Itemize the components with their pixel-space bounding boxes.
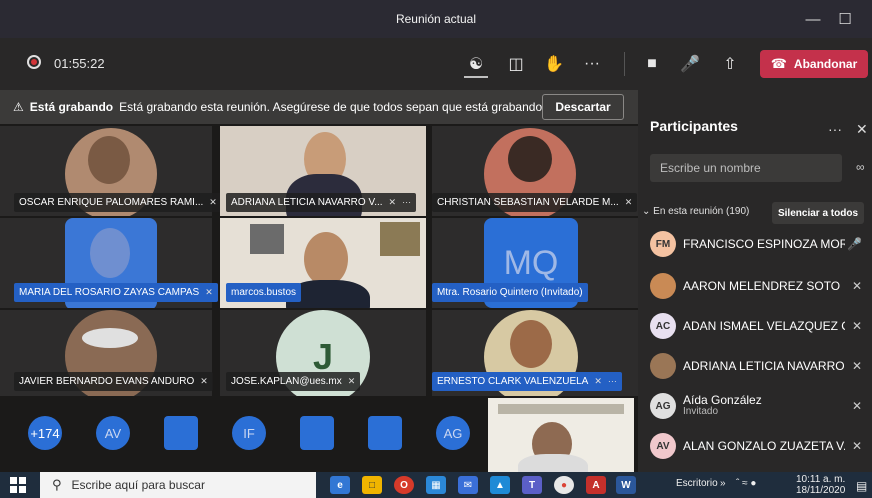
maximize-icon[interactable]: ☐ [834, 9, 856, 29]
active-tab-indicator [464, 76, 488, 78]
avatar [650, 353, 676, 379]
participant-row[interactable]: AG Aída González Invitado ✕ [650, 388, 868, 424]
mic-muted-icon: ✕ [347, 376, 356, 386]
avatar[interactable]: AG [436, 416, 470, 450]
panel-more-icon[interactable]: ··· [828, 121, 842, 137]
mic-muted-icon: ✕ [851, 439, 862, 453]
notifications-icon[interactable]: ▤ [856, 479, 867, 493]
invite-link-icon[interactable]: ∞ [856, 160, 865, 174]
chrome-icon[interactable]: ● [554, 476, 574, 494]
recording-icon [27, 55, 41, 69]
mic-muted-icon: ✕ [624, 197, 633, 207]
photos-icon[interactable]: ▲ [490, 476, 510, 494]
mic-muted-icon: ✕ [851, 279, 862, 293]
shared-video-thumbnail[interactable] [488, 398, 634, 472]
mic-muted-icon: ✕ [200, 376, 208, 386]
teams-icon[interactable]: T [522, 476, 542, 494]
participant-name-tag: CHRISTIAN SEBASTIAN VELARDE M... ✕ [432, 193, 638, 212]
avatar: FM [650, 231, 676, 257]
microphone-icon: 🎤 [847, 237, 862, 251]
search-icon: ⚲ [52, 477, 62, 492]
desktop-toolbar-label[interactable]: Escritorio [676, 478, 718, 489]
toolbar-divider [624, 52, 625, 76]
mic-muted-icon: ✕ [851, 359, 862, 373]
in-meeting-header[interactable]: ⌄ En esta reunión (190) [642, 206, 749, 217]
mute-all-button[interactable]: Silenciar a todos [772, 202, 864, 224]
participant-name-tag: Mtra. Rosario Quintero (Invitado) [432, 283, 588, 302]
avatar: AG [650, 393, 676, 419]
chat-icon[interactable]: ◫ [504, 52, 528, 76]
participants-icon[interactable]: ☯ [464, 52, 488, 76]
participant-name-tag: ADRIANA LETICIA NAVARRO V... ✕ ··· [226, 193, 417, 212]
panel-title: Participantes [650, 118, 738, 134]
banner-text: Está grabando esta reunión. Asegúrese de… [119, 100, 559, 114]
avatar [650, 273, 676, 299]
participant-row[interactable]: AV ALAN GONZALO ZUAZETA V... ✕ [650, 428, 868, 464]
close-icon[interactable]: ✕ [856, 121, 868, 138]
participant-name-tag: ERNESTO CLARK VALENZUELA ✕ ··· [432, 372, 622, 391]
chevron-up-icon[interactable]: » [720, 478, 726, 489]
avatar: AC [650, 313, 676, 339]
participant-name-tag: MARIA DEL ROSARIO ZAYAS CAMPAS ✕ [14, 283, 218, 302]
minimize-icon[interactable]: — [802, 9, 824, 29]
overflow-count-button[interactable]: +174 [28, 416, 62, 450]
taskbar-search-input[interactable]: ⚲ Escribe aquí para buscar [40, 472, 316, 498]
participant-row[interactable]: AARON MELENDREZ SOTO ✕ [650, 268, 868, 304]
meeting-timer: 01:55:22 [54, 56, 105, 71]
mic-muted-icon: ✕ [388, 197, 397, 207]
participant-name-tag: marcos.bustos [226, 283, 302, 302]
share-screen-icon[interactable]: ⇧ [718, 52, 742, 76]
avatar: AV [650, 433, 676, 459]
more-actions-icon[interactable]: ··· [580, 52, 604, 76]
raise-hand-icon[interactable]: ✋ [542, 52, 566, 76]
participant-name-tag: OSCAR ENRIQUE PALOMARES RAMI... ✕ [14, 193, 222, 212]
mic-muted-icon: ✕ [594, 376, 602, 386]
participant-row[interactable]: FM FRANCISCO ESPINOZA MOR... 🎤 [650, 226, 868, 262]
title-bar: Reunión actual [0, 0, 872, 38]
more-options-icon: ··· [607, 376, 617, 386]
avatar[interactable] [300, 416, 334, 450]
participant-name-tag: JOSE.KAPLAN@ues.mx ✕ [226, 372, 361, 391]
avatar[interactable] [368, 416, 402, 450]
mic-muted-icon: ✕ [851, 319, 862, 333]
participant-search-input[interactable]: Escribe un nombre [650, 154, 842, 182]
window-title: Reunión actual [395, 12, 477, 26]
opera-icon[interactable]: O [394, 476, 414, 494]
leave-label: Abandonar [793, 57, 858, 71]
mic-muted-icon: ✕ [209, 197, 217, 207]
word-icon[interactable]: W [616, 476, 636, 494]
mic-muted-icon: ✕ [205, 287, 213, 297]
file-explorer-icon[interactable]: □ [362, 476, 382, 494]
avatar[interactable] [164, 416, 198, 450]
microphone-icon[interactable]: 🎤 [678, 52, 702, 76]
avatar[interactable]: IF [232, 416, 266, 450]
clock[interactable]: 10:11 a. m. 18/11/2020 [796, 474, 845, 496]
avatar[interactable]: AV [96, 416, 130, 450]
windows-start-icon[interactable] [10, 477, 26, 493]
banner-bold: Está grabando [29, 100, 114, 114]
mail-icon[interactable]: ✉ [458, 476, 478, 494]
dismiss-button[interactable]: Descartar [542, 94, 624, 120]
participant-row[interactable]: AC ADAN ISMAEL VELAZQUEZ C... ✕ [650, 308, 868, 344]
hang-up-icon: ☎ [770, 56, 787, 71]
edge-icon[interactable]: e [330, 476, 350, 494]
mic-muted-icon: ✕ [851, 399, 862, 413]
participant-row[interactable]: ADRIANA LETICIA NAVARRO ... ✕ [650, 348, 868, 384]
acrobat-icon[interactable]: A [586, 476, 606, 494]
leave-button[interactable]: ☎ Abandonar [760, 50, 868, 78]
warning-icon: ⚠ [13, 100, 24, 114]
camera-icon[interactable]: ■ [640, 52, 664, 76]
more-options-icon: ··· [402, 197, 412, 207]
store-icon[interactable]: ▦ [426, 476, 446, 494]
participant-name-tag: JAVIER BERNARDO EVANS ANDURO ✕ [14, 372, 213, 391]
tray-icons[interactable]: ˆ ≈ ● [736, 478, 756, 489]
